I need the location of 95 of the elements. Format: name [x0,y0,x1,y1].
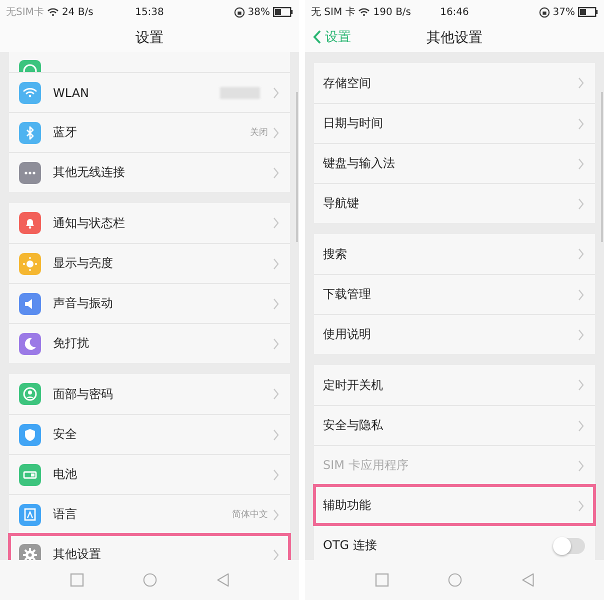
chevron-right-icon [272,338,280,350]
settings-row[interactable]: 语言 简体中文 [9,494,290,534]
row-label: 其他无线连接 [53,164,125,181]
row-label: SIM 卡应用程序 [323,457,408,474]
row-label: WLAN [53,86,90,100]
row-label: 显示与亮度 [53,255,113,272]
clock-text: 16:46 [440,6,469,18]
chevron-right-icon [577,420,585,432]
battery-percent: 37% [552,6,575,18]
chevron-right-icon [272,508,280,520]
row-label: 导航键 [323,195,359,212]
settings-row[interactable]: 蓝牙 关闭 [9,112,290,152]
toggle-switch[interactable] [553,538,585,554]
row-label: 声音与振动 [53,295,113,312]
row-label: 免打扰 [53,335,89,352]
row-label: 日期与时间 [323,115,383,132]
chevron-right-icon [272,298,280,310]
chevron-right-icon [577,379,585,391]
chevron-right-icon [577,500,585,512]
chevron-right-icon [272,258,280,270]
row-label: OTG 连接 [323,537,377,554]
chevron-right-icon [272,217,280,229]
back-triangle-icon [520,573,534,587]
chevron-right-icon [577,328,585,340]
settings-row[interactable]: 键盘与输入法 [314,143,595,183]
chevron-right-icon [272,388,280,400]
square-icon [70,573,84,587]
row-label: 语言 [53,506,77,523]
row-label: 电池 [53,466,77,483]
circle-icon [448,573,462,587]
battery-percent: 38% [248,6,270,18]
back-triangle-icon [216,573,230,587]
settings-row[interactable]: 下载管理 [314,274,595,314]
row-label: 面部与密码 [53,386,113,402]
settings-row[interactable]: 辅助功能 [314,485,595,525]
settings-row[interactable]: 日期与时间 [314,103,595,143]
rotation-lock-icon [538,6,550,18]
settings-row[interactable]: 声音与振动 [9,283,290,323]
row-label: 通知与状态栏 [53,214,125,232]
row-label: 键盘与输入法 [323,155,395,172]
network-speed: 24 B/s [62,6,94,18]
network-speed: 190 B/s [373,6,412,18]
chevron-right-icon [577,118,585,130]
row-label: 下载管理 [323,286,371,303]
settings-row[interactable]: 安全 [9,414,290,454]
chevron-right-icon [272,468,280,480]
screen-title: 其他设置 [426,29,482,47]
carrier-text: 无SIM卡 [6,6,44,19]
row-label: 辅助功能 [323,497,371,514]
square-icon [374,573,388,587]
settings-row[interactable]: 其他无线连接 [9,152,290,192]
settings-row[interactable]: 使用说明 [314,314,595,354]
wifi-signal-icon [46,7,59,17]
chevron-right-icon [272,126,280,138]
row-value: 简体中文 [232,508,268,521]
chevron-left-icon [313,30,321,44]
chevron-right-icon [272,86,280,98]
rotation-lock-icon [234,6,245,18]
screen-title: 设置 [136,29,164,47]
settings-row[interactable]: 搜索 [314,234,595,274]
row-label: 使用说明 [323,326,371,343]
settings-row[interactable]: 导航键 [314,183,595,223]
row-label: 安全 [53,426,77,443]
chevron-right-icon [577,198,585,210]
settings-row[interactable]: 免打扰 [9,323,290,363]
settings-row[interactable]: 存储空间 [314,63,595,103]
chevron-right-icon [577,460,585,472]
row-label: 其他设置 [53,546,101,560]
settings-row[interactable]: 面部与密码 [9,374,290,414]
settings-row[interactable]: 定时开关机 [314,365,595,405]
wifi-signal-icon [358,7,370,17]
circle-icon [142,573,156,587]
settings-row[interactable]: 其他设置 [9,534,290,560]
chevron-right-icon [577,77,585,89]
chevron-right-icon [272,548,280,560]
chevron-right-icon [577,248,585,260]
clock-text: 15:38 [135,6,164,18]
row-value: 关闭 [250,126,268,139]
row-label: 存储空间 [323,74,371,92]
carrier-text: 无 SIM 卡 [311,6,356,19]
row-label: 安全与隐私 [323,417,383,434]
settings-row[interactable]: 显示与亮度 [9,243,290,283]
settings-row[interactable]: 安全与隐私 [314,405,595,445]
settings-row[interactable]: 通知与状态栏 [9,203,290,243]
settings-row[interactable]: 电池 [9,454,290,494]
row-label: 蓝牙 [53,124,77,141]
row-label: 搜索 [323,246,347,262]
chevron-right-icon [272,166,280,178]
battery-icon [272,7,293,17]
chevron-right-icon [577,158,585,170]
chevron-right-icon [577,288,585,300]
chevron-right-icon [272,428,280,440]
settings-row[interactable]: WLAN [9,72,290,112]
battery-icon [578,7,598,17]
row-label: 定时开关机 [323,376,383,394]
